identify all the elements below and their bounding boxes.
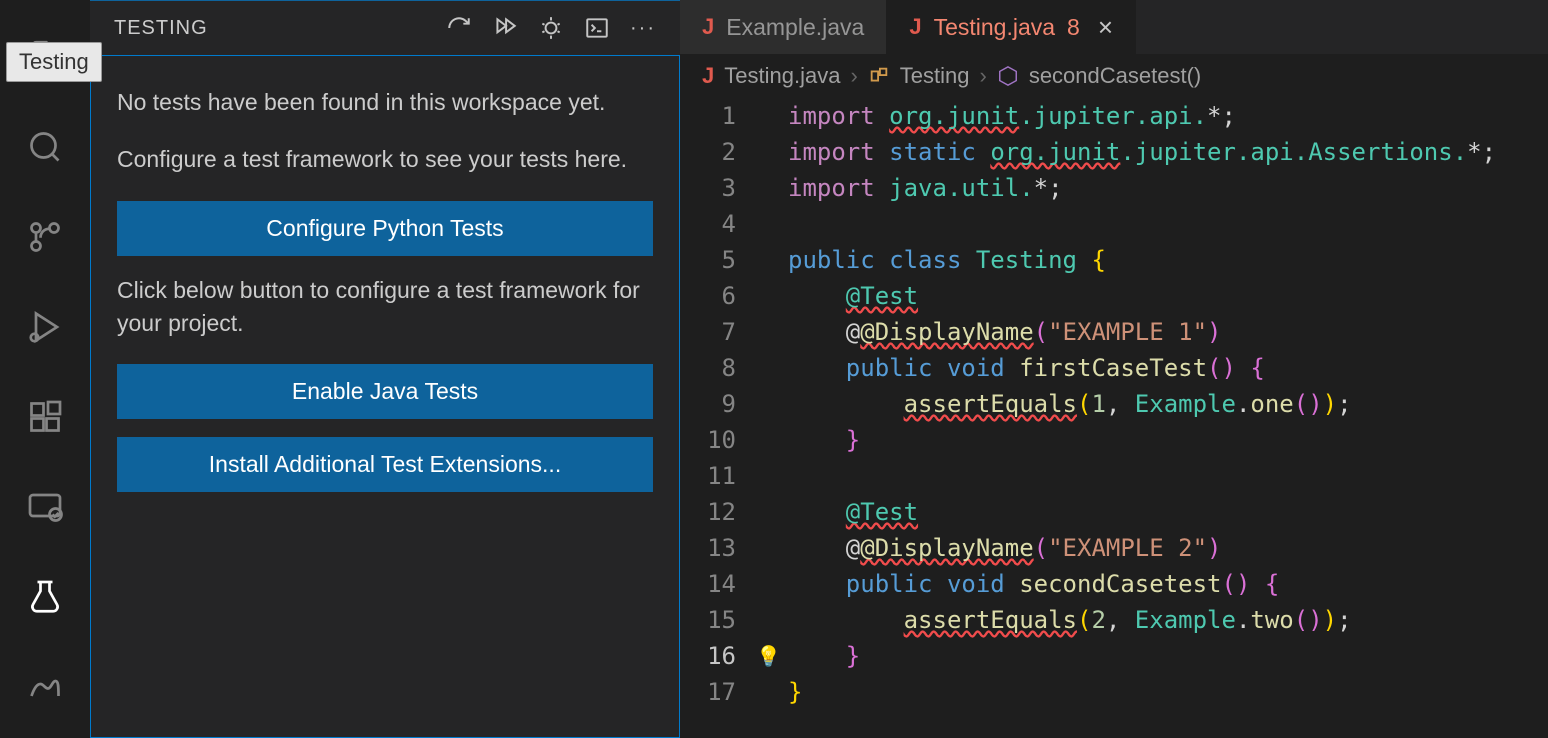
sidebar-header: TESTING ··· (90, 1, 680, 55)
breadcrumb-method[interactable]: secondCasetest() (1029, 63, 1201, 89)
method-icon (997, 65, 1019, 87)
breadcrumb[interactable]: J Testing.java › Testing › secondCasetes… (680, 54, 1548, 98)
lightbulb-icon[interactable]: 💡 (756, 638, 781, 674)
testing-sidebar: TESTING ··· No tests have been found in … (90, 0, 680, 738)
configure-message: Configure a test framework to see your t… (117, 143, 653, 176)
tab-label: Testing.java (934, 14, 1055, 41)
breadcrumb-class[interactable]: Testing (900, 63, 970, 89)
java-file-icon: J (702, 63, 714, 89)
sidebar-title: TESTING (114, 17, 446, 40)
activity-remote-icon[interactable] (0, 462, 90, 552)
tab-testing-java[interactable]: J Testing.java 8 × (887, 0, 1136, 54)
activity-extensions-icon[interactable] (0, 372, 90, 462)
class-icon (868, 65, 890, 87)
debug-tests-icon[interactable] (538, 15, 564, 41)
activity-search-icon[interactable] (0, 102, 90, 192)
chevron-right-icon: › (850, 63, 857, 89)
configure-project-message: Click below button to configure a test f… (117, 274, 653, 341)
activity-testing-icon[interactable] (0, 552, 90, 642)
tab-label: Example.java (726, 14, 864, 41)
java-file-icon: J (909, 14, 921, 40)
run-all-icon[interactable] (492, 15, 518, 41)
install-extensions-button[interactable]: Install Additional Test Extensions... (117, 437, 653, 492)
more-icon[interactable]: ··· (630, 17, 656, 40)
tooltip: Testing (6, 42, 102, 82)
activity-debug-icon[interactable] (0, 282, 90, 372)
tab-problems-badge: 8 (1067, 14, 1080, 41)
sidebar-actions: ··· (446, 15, 656, 41)
line-gutter: 1 2 3 4 5 6 7 8 9 10 11 12 13 14 15 16 1… (680, 98, 758, 738)
activity-bar: Testing (0, 0, 90, 738)
configure-python-button[interactable]: Configure Python Tests (117, 201, 653, 256)
sidebar-content: No tests have been found in this workspa… (90, 55, 680, 738)
activity-scm-icon[interactable] (0, 192, 90, 282)
editor-tabs: J Example.java J Testing.java 8 × (680, 0, 1548, 54)
terminal-icon[interactable] (584, 15, 610, 41)
tab-example-java[interactable]: J Example.java (680, 0, 887, 54)
chevron-right-icon: › (979, 63, 986, 89)
code-content[interactable]: 💡 import org.junit.jupiter.api.*; import… (758, 98, 1548, 738)
code-editor[interactable]: 1 2 3 4 5 6 7 8 9 10 11 12 13 14 15 16 1… (680, 98, 1548, 738)
refresh-icon[interactable] (446, 15, 472, 41)
no-tests-message: No tests have been found in this workspa… (117, 86, 653, 119)
editor-area: J Example.java J Testing.java 8 × J Test… (680, 0, 1548, 738)
close-icon[interactable]: × (1098, 12, 1113, 43)
enable-java-button[interactable]: Enable Java Tests (117, 364, 653, 419)
breadcrumb-file[interactable]: Testing.java (724, 63, 840, 89)
java-file-icon: J (702, 14, 714, 40)
activity-camel-icon[interactable] (0, 642, 90, 732)
